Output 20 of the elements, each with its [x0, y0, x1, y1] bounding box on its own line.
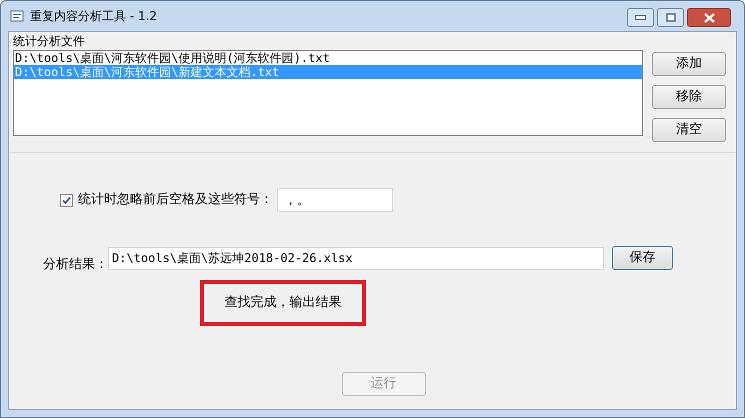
close-button[interactable] — [687, 8, 731, 27]
remove-button[interactable]: 移除 — [652, 85, 726, 109]
maximize-button[interactable] — [657, 8, 684, 27]
checkbox-label: 统计时忽略前后空格及这些符号： — [78, 191, 273, 210]
checkbox[interactable] — [60, 194, 73, 206]
minimize-icon — [635, 15, 646, 20]
add-button[interactable]: 添加 — [652, 52, 726, 76]
status-message: 查找完成，输出结果 — [224, 294, 342, 312]
symbols-field[interactable]: ，。 — [277, 188, 393, 212]
maximize-icon — [666, 13, 676, 22]
close-icon — [704, 12, 714, 22]
save-button[interactable]: 保存 — [612, 246, 673, 270]
group-label: 统计分析文件 — [13, 33, 86, 50]
result-path-field[interactable]: D:\tools\桌面\苏远坤2018-02-26.xlsx — [108, 247, 604, 270]
file-list-item[interactable]: D:\tools\桌面\河东软件园\使用说明(河东软件园).txt — [14, 51, 642, 65]
result-label: 分析结果： — [43, 256, 108, 274]
clear-button[interactable]: 清空 — [652, 118, 726, 142]
minimize-button[interactable] — [627, 8, 654, 27]
app-icon — [10, 9, 24, 23]
window-title: 重复内容分析工具 - 1.2 — [30, 8, 158, 25]
